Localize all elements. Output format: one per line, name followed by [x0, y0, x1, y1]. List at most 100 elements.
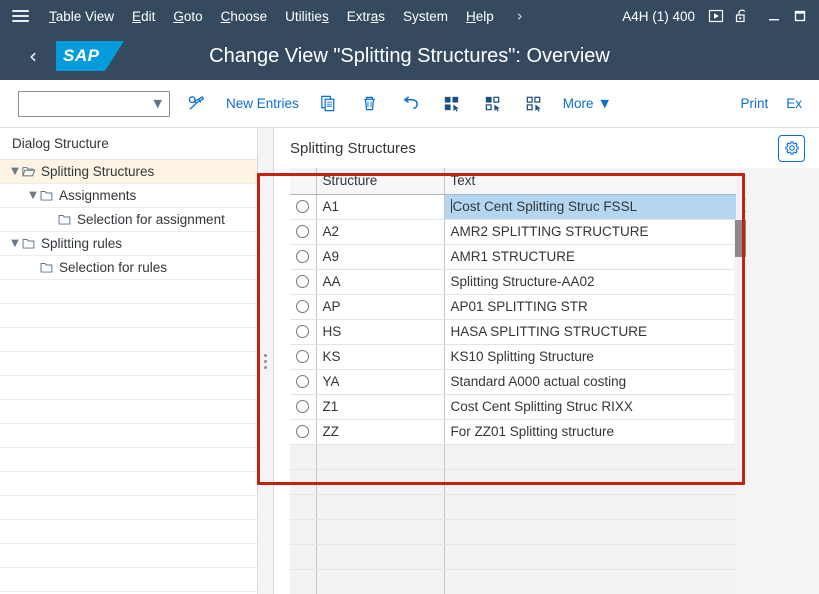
cell-structure[interactable]: KS [316, 344, 445, 370]
column-header-structure[interactable]: Structure [316, 168, 445, 195]
row-select-cell[interactable] [290, 269, 317, 295]
row-radio-button[interactable] [296, 275, 310, 288]
row-radio-button[interactable] [296, 375, 310, 388]
dialog-structure-panel: Dialog Structure ▼ Splitting Structures ▼ A… [0, 128, 258, 594]
cell-text[interactable]: Splitting Structure-AA02 [444, 269, 736, 295]
row-radio-button[interactable] [296, 300, 310, 313]
row-radio-button[interactable] [296, 425, 310, 438]
focus-bracket [444, 194, 450, 200]
row-radio-button[interactable] [296, 250, 310, 263]
select-block-icon[interactable] [472, 88, 513, 120]
empty-cell [316, 469, 445, 495]
cell-structure[interactable]: A2 [316, 219, 445, 245]
pencil-edit-icon[interactable] [176, 88, 217, 120]
row-select-cell[interactable] [290, 394, 317, 420]
tree-item-splitting-structures[interactable]: ▼ Splitting Structures [0, 160, 257, 184]
cell-text[interactable]: HASA SPLITTING STRUCTURE [444, 319, 736, 345]
back-navigation-icon[interactable]: ‹ [16, 39, 50, 73]
menu-item-system[interactable]: System [394, 5, 457, 28]
menu-overflow-chevron-icon[interactable]: › [503, 7, 535, 25]
hamburger-menu-icon[interactable] [6, 4, 34, 28]
section-title: Splitting Structures [290, 139, 416, 157]
row-radio-button[interactable] [296, 325, 310, 338]
deselect-all-icon[interactable] [513, 88, 554, 120]
cell-structure[interactable]: A9 [316, 244, 445, 270]
menu-item-edit[interactable]: Edit [123, 5, 164, 28]
cell-structure[interactable]: Z1 [316, 394, 445, 420]
table-row[interactable]: HS HASA SPLITTING STRUCTURE [290, 319, 736, 345]
cell-text[interactable]: AP01 SPLITTING STR [444, 294, 736, 320]
play-button-icon[interactable] [703, 5, 729, 27]
cell-text[interactable]: For ZZ01 Splitting structure [444, 419, 736, 445]
table-row[interactable]: A1 Cost Cent Splitting Struc FSSL [290, 194, 736, 220]
cell-structure[interactable]: YA [316, 369, 445, 395]
row-select-cell[interactable] [290, 369, 317, 395]
cell-text[interactable]: Cost Cent Splitting Struc RIXX [444, 394, 736, 420]
tree-item-selection-for-assignment[interactable]: Selection for assignment [0, 208, 257, 232]
maximize-icon[interactable] [787, 4, 813, 28]
menu-item-choose[interactable]: Choose [212, 5, 277, 28]
row-select-cell[interactable] [290, 244, 317, 270]
table-row[interactable]: ZZ For ZZ01 Splitting structure [290, 419, 736, 445]
cell-text[interactable]: Standard A000 actual costing [444, 369, 736, 395]
row-select-cell[interactable] [290, 194, 317, 220]
table-row[interactable]: A2 AMR2 SPLITTING STRUCTURE [290, 219, 736, 245]
export-button[interactable]: Ex [777, 88, 811, 120]
table-row[interactable]: Z1 Cost Cent Splitting Struc RIXX [290, 394, 736, 420]
menu-item-extras[interactable]: Extras [338, 5, 394, 28]
row-select-cell[interactable] [290, 294, 317, 320]
chevron-down-icon[interactable]: ▼ [8, 166, 22, 177]
trash-delete-icon[interactable] [349, 88, 390, 120]
select-all-icon[interactable] [431, 88, 472, 120]
sap-logo[interactable]: SAP [56, 41, 124, 71]
cell-text[interactable]: AMR2 SPLITTING STRUCTURE [444, 219, 736, 245]
table-vertical-scrollbar[interactable] [734, 220, 748, 450]
row-radio-button[interactable] [296, 200, 310, 213]
row-select-cell[interactable] [290, 344, 317, 370]
column-header-text[interactable]: Text [444, 168, 736, 195]
row-select-cell[interactable] [290, 219, 317, 245]
row-radio-button[interactable] [296, 350, 310, 363]
menu-item-goto[interactable]: Goto [164, 5, 211, 28]
cell-structure[interactable]: ZZ [316, 419, 445, 445]
more-menu-button[interactable]: More ▼ [554, 88, 618, 120]
menu-item-table-view[interactable]: Table View [40, 5, 123, 28]
scrollbar-thumb[interactable] [735, 220, 746, 257]
tree-item-assignments[interactable]: ▼ Assignments [0, 184, 257, 208]
row-radio-button[interactable] [296, 400, 310, 413]
minimize-icon[interactable] [761, 4, 787, 28]
spinner-down-icon[interactable]: ⌄ [740, 207, 748, 216]
cell-structure[interactable]: AP [316, 294, 445, 320]
left-panel-empty-row [0, 424, 257, 448]
table-row[interactable]: YA Standard A000 actual costing [290, 369, 736, 395]
cell-text-active[interactable]: Cost Cent Splitting Struc FSSL [444, 194, 736, 220]
print-button[interactable]: Print [731, 88, 777, 120]
value-stepper-spinner[interactable]: ⌃ ⌄ [737, 195, 751, 219]
row-radio-button[interactable] [296, 225, 310, 238]
cell-structure[interactable]: HS [316, 319, 445, 345]
cell-structure[interactable]: AA [316, 269, 445, 295]
table-row[interactable]: AP AP01 SPLITTING STR [290, 294, 736, 320]
menu-item-help[interactable]: Help [457, 5, 503, 28]
cell-text[interactable]: AMR1 STRUCTURE [444, 244, 736, 270]
table-row[interactable]: KS KS10 Splitting Structure [290, 344, 736, 370]
tree-item-selection-for-rules[interactable]: Selection for rules [0, 256, 257, 280]
tree-item-splitting-rules[interactable]: ▼ Splitting rules [0, 232, 257, 256]
row-select-cell[interactable] [290, 419, 317, 445]
new-entries-button[interactable]: New Entries [217, 88, 308, 120]
menu-item-utilities[interactable]: Utilities [276, 5, 338, 28]
view-selector-combobox[interactable]: ▼ [18, 90, 170, 117]
chevron-down-icon[interactable]: ▼ [26, 190, 40, 201]
chevron-down-icon[interactable]: ▼ [8, 238, 22, 249]
table-header-row: Structure Text [290, 168, 736, 195]
copy-icon[interactable] [308, 88, 349, 120]
cell-structure[interactable]: A1 [316, 194, 445, 220]
cell-text[interactable]: KS10 Splitting Structure [444, 344, 736, 370]
row-select-cell[interactable] [290, 319, 317, 345]
table-row[interactable]: A9 AMR1 STRUCTURE [290, 244, 736, 270]
unlocked-padlock-icon[interactable] [729, 5, 755, 27]
gear-settings-icon[interactable] [778, 134, 805, 162]
panel-splitter-handle[interactable] [258, 128, 274, 594]
table-row[interactable]: AA Splitting Structure-AA02 [290, 269, 736, 295]
undo-arrow-icon[interactable] [390, 88, 431, 120]
